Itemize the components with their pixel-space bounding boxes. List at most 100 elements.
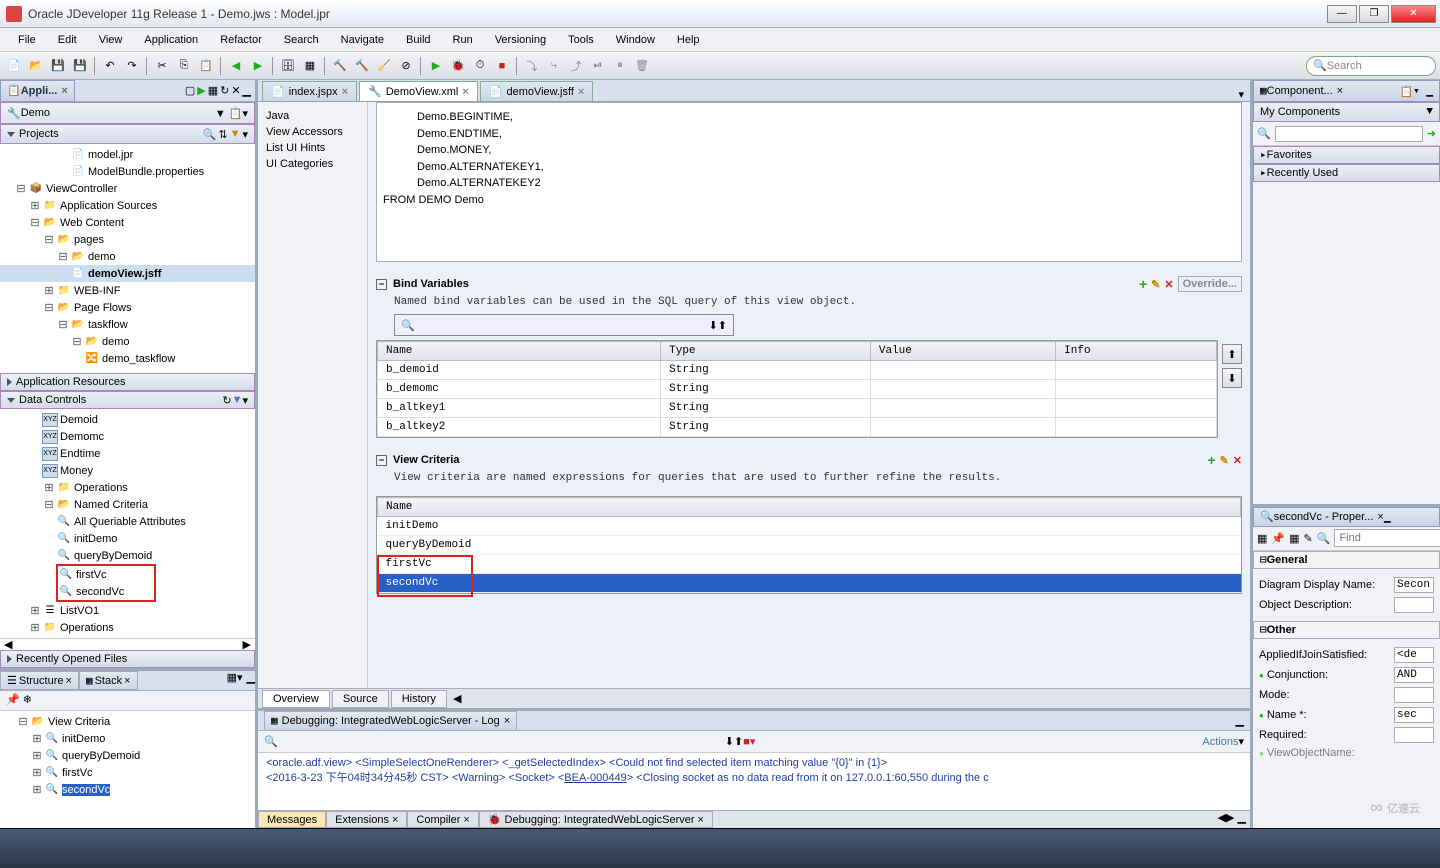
tree-item-secondvc[interactable]: 🔍secondVc bbox=[58, 583, 154, 600]
bind-variables-table[interactable]: NameTypeValueInfo b_demoidString b_demom… bbox=[376, 340, 1218, 438]
side-item[interactable]: Java bbox=[262, 108, 363, 124]
redo-icon[interactable]: ↷ bbox=[122, 56, 142, 76]
tree-item[interactable]: ⊟📂demo bbox=[0, 248, 255, 265]
tree-item[interactable]: ⊞☰ListVO1 bbox=[0, 602, 255, 619]
history-tab[interactable]: History bbox=[391, 690, 447, 708]
app-resources-header[interactable]: Application Resources bbox=[0, 373, 255, 391]
tree-item[interactable]: ⊟📂taskflow bbox=[0, 316, 255, 333]
add-vc-icon[interactable]: + bbox=[1207, 452, 1215, 468]
favorites-header[interactable]: ▸ Favorites bbox=[1253, 146, 1440, 164]
tree-item[interactable]: ⊟📦ViewController bbox=[0, 180, 255, 197]
undo-icon[interactable]: ↶ bbox=[100, 56, 120, 76]
profile-icon[interactable]: ⏱ bbox=[470, 56, 490, 76]
nav-icon[interactable]: ▦ bbox=[208, 84, 218, 97]
struct-root[interactable]: ⊟📂View Criteria bbox=[2, 713, 253, 730]
prop-find-icon[interactable]: 🔍 bbox=[1317, 532, 1331, 545]
application-navigator-tab[interactable]: 📋 Appli...× bbox=[0, 80, 75, 102]
rebuild-icon[interactable]: 🔨 bbox=[352, 56, 372, 76]
bind-search-box[interactable]: 🔍⬇⬆ bbox=[394, 314, 734, 336]
menu-search[interactable]: Search bbox=[274, 32, 329, 48]
filter-icon[interactable]: 🔍 bbox=[203, 128, 217, 141]
edit-bind-icon[interactable]: ✎ bbox=[1151, 278, 1160, 291]
menu-run[interactable]: Run bbox=[443, 32, 483, 48]
struct-item[interactable]: ⊞🔍queryByDemoid bbox=[2, 747, 253, 764]
tree-item[interactable]: 📄demoView.jsff bbox=[0, 265, 255, 282]
editor-tab[interactable]: 📄demoView.jsff× bbox=[480, 81, 594, 101]
structure-tab[interactable]: ☰ Structure × bbox=[0, 671, 79, 690]
required-input[interactable] bbox=[1394, 727, 1434, 743]
applied-input[interactable] bbox=[1394, 647, 1434, 663]
forward-icon[interactable]: ▶ bbox=[248, 56, 268, 76]
tree-item[interactable]: ⊞📁WEB-INF bbox=[0, 282, 255, 299]
dc-menu-icon[interactable]: ▾ bbox=[242, 394, 248, 407]
resume-icon[interactable]: ⏯ bbox=[588, 56, 608, 76]
editor-tab-active[interactable]: 🔧DemoView.xml× bbox=[359, 81, 478, 101]
side-item[interactable]: List UI Hints bbox=[262, 140, 363, 156]
source-tab[interactable]: Source bbox=[332, 690, 389, 708]
debug-icon[interactable]: 🐞 bbox=[448, 56, 468, 76]
prop-pin-icon[interactable]: 📌 bbox=[1271, 532, 1285, 545]
menu-versioning[interactable]: Versioning bbox=[485, 32, 556, 48]
back-icon[interactable]: ◀ bbox=[226, 56, 246, 76]
view-criteria-header[interactable]: −View Criteria + ✎ ✕ bbox=[376, 452, 1242, 468]
struct-item[interactable]: ⊞🔍initDemo bbox=[2, 730, 253, 747]
cut-icon[interactable]: ✂ bbox=[152, 56, 172, 76]
prop-icon1[interactable]: ▦ bbox=[1257, 532, 1267, 545]
diagram-name-input[interactable] bbox=[1394, 577, 1434, 593]
step-out-icon[interactable]: ⤴ bbox=[566, 56, 586, 76]
run-icon[interactable]: ▶ bbox=[426, 56, 446, 76]
move-down-icon[interactable]: ⬇ bbox=[1222, 368, 1242, 388]
menu-icon[interactable]: ▾ bbox=[242, 128, 248, 141]
menu-navigate[interactable]: Navigate bbox=[331, 32, 394, 48]
nav-toggle-icon[interactable]: ▢ bbox=[185, 84, 195, 97]
close-button[interactable]: ✕ bbox=[1391, 5, 1436, 23]
menu-help[interactable]: Help bbox=[667, 32, 710, 48]
open-icon[interactable]: 📂 bbox=[26, 56, 46, 76]
db-icon[interactable]: 🗄 bbox=[278, 56, 298, 76]
working-set-icon[interactable]: ▼ bbox=[230, 128, 241, 141]
minimize-button[interactable]: — bbox=[1327, 5, 1357, 23]
nav-clear-icon[interactable]: ✕ bbox=[231, 84, 240, 97]
prop-edit-icon[interactable]: ✎ bbox=[1304, 532, 1313, 545]
add-bind-icon[interactable]: + bbox=[1139, 276, 1147, 292]
general-section[interactable]: ⊟ General bbox=[1253, 551, 1440, 569]
trash-icon[interactable]: 🗑 bbox=[632, 56, 652, 76]
my-components-selector[interactable]: My Components▼ bbox=[1253, 102, 1440, 122]
tree-item[interactable]: XYZMoney bbox=[0, 462, 255, 479]
tree-item-firstvc[interactable]: 🔍firstVc bbox=[58, 566, 154, 583]
name-input[interactable] bbox=[1394, 707, 1434, 723]
save-all-icon[interactable]: 💾 bbox=[70, 56, 90, 76]
debug-log-tab[interactable]: ▦ Debugging: IntegratedWebLogicServer - … bbox=[264, 711, 517, 731]
cancel-build-icon[interactable]: ⊘ bbox=[396, 56, 416, 76]
tree-item[interactable]: ⊟📂Named Criteria bbox=[0, 496, 255, 513]
structure-views-icon[interactable]: ▦▾ bbox=[223, 671, 247, 690]
resource-icon[interactable]: 📋 bbox=[1399, 85, 1413, 98]
nav-run-icon[interactable]: ▶ bbox=[197, 84, 205, 97]
struct-item[interactable]: ⊞🔍firstVc bbox=[2, 764, 253, 781]
compiler-tab[interactable]: Compiler × bbox=[407, 811, 478, 828]
tree-item[interactable]: 🔍initDemo bbox=[0, 530, 255, 547]
nav-minimize-icon[interactable]: ▁ bbox=[243, 84, 251, 97]
component-palette-tab[interactable]: ▦ Component... × 📋▾ ▁ bbox=[1253, 80, 1440, 102]
debug-minimize-icon[interactable]: ▁ bbox=[1236, 714, 1244, 727]
tree-item[interactable]: XYZDemomc bbox=[0, 428, 255, 445]
side-item[interactable]: View Accessors bbox=[262, 124, 363, 140]
mode-input[interactable] bbox=[1394, 687, 1434, 703]
menu-window[interactable]: Window bbox=[606, 32, 665, 48]
projects-header[interactable]: Projects 🔍 ⇅ ▼ ▾ bbox=[0, 124, 255, 144]
paste-icon[interactable]: 📋 bbox=[196, 56, 216, 76]
nav-refresh-icon[interactable]: ↻ bbox=[220, 84, 229, 97]
stack-tab[interactable]: ▦ Stack × bbox=[79, 671, 138, 690]
application-selector[interactable]: 🔧 Demo ▼ 📋▾ bbox=[0, 102, 255, 124]
extensions-tab[interactable]: Extensions × bbox=[326, 811, 407, 828]
step-into-icon[interactable]: ⤷ bbox=[544, 56, 564, 76]
move-up-icon[interactable]: ⬆ bbox=[1222, 344, 1242, 364]
freeze-icon[interactable]: ❄ bbox=[23, 694, 32, 706]
delete-bind-icon[interactable]: ✕ bbox=[1164, 278, 1173, 291]
menu-edit[interactable]: Edit bbox=[48, 32, 87, 48]
tree-item[interactable]: 📄model.jpr bbox=[0, 146, 255, 163]
tree-item[interactable]: ⊞📁Operations bbox=[0, 479, 255, 496]
tree-item[interactable]: 🔍queryByDemoid bbox=[0, 547, 255, 564]
dc-filter-icon[interactable]: ▼ bbox=[232, 394, 243, 406]
object-desc-input[interactable] bbox=[1394, 597, 1434, 613]
